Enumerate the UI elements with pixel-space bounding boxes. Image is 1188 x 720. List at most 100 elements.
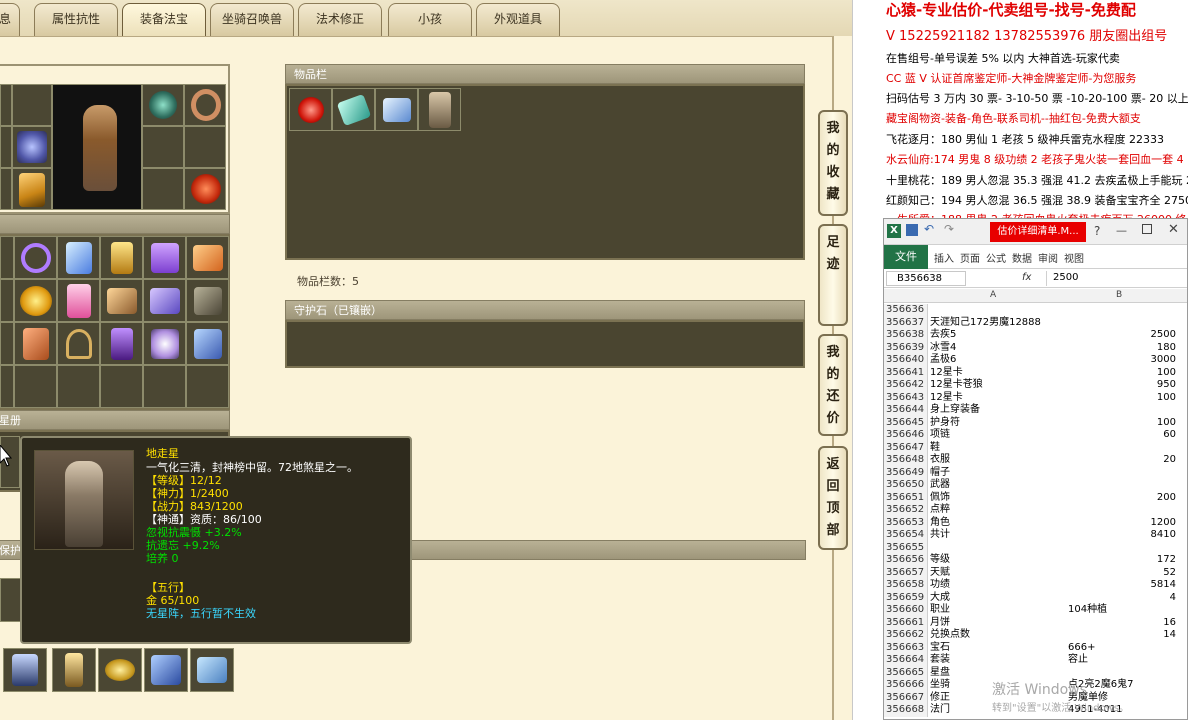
- row-number[interactable]: 356644: [884, 404, 928, 417]
- cell-a[interactable]: 身上穿装备: [930, 404, 980, 417]
- table-row[interactable]: 356665 星盘: [884, 666, 1187, 680]
- inventory-slot[interactable]: [0, 236, 14, 279]
- row-number[interactable]: 356642: [884, 379, 928, 392]
- table-row[interactable]: 356651 佩饰 200: [884, 491, 1187, 504]
- cell-a[interactable]: 天赋: [930, 567, 950, 580]
- table-row[interactable]: 356658 功绩 5814: [884, 579, 1187, 592]
- table-row[interactable]: 356664 套装 容止: [884, 654, 1187, 667]
- cell-b[interactable]: 3000: [1066, 354, 1176, 367]
- row-number[interactable]: 356648: [884, 454, 928, 467]
- row-number[interactable]: 356646: [884, 429, 928, 442]
- equip-slot[interactable]: [184, 126, 226, 168]
- row-number[interactable]: 356660: [884, 604, 928, 617]
- cell-a[interactable]: 星盘: [930, 667, 950, 680]
- table-row[interactable]: 356657 天赋 52: [884, 566, 1187, 580]
- row-number[interactable]: 356662: [884, 629, 928, 642]
- cell-b[interactable]: 20: [1066, 454, 1176, 467]
- row-number[interactable]: 356664: [884, 654, 928, 667]
- item-slot[interactable]: [289, 88, 332, 131]
- equip-slot[interactable]: [0, 84, 12, 126]
- cell-b[interactable]: 666+: [1068, 642, 1178, 655]
- table-row[interactable]: 356656 等级 172: [884, 554, 1187, 567]
- row-number[interactable]: 356641: [884, 366, 928, 379]
- table-row[interactable]: 356644 身上穿装备: [884, 404, 1187, 417]
- row-number[interactable]: 356657: [884, 566, 928, 579]
- item-slot[interactable]: [332, 88, 375, 131]
- cell-a[interactable]: 冰雪4: [930, 342, 956, 355]
- table-row[interactable]: 356638 去疾5 2500: [884, 329, 1187, 342]
- cell-a[interactable]: 大成: [930, 592, 950, 605]
- equip-slot[interactable]: [184, 84, 226, 126]
- name-box[interactable]: B356638: [886, 271, 966, 286]
- inventory-slot[interactable]: [57, 236, 100, 279]
- row-number[interactable]: 356667: [884, 691, 928, 704]
- cell-a[interactable]: 护身符: [930, 417, 960, 430]
- equip-slot[interactable]: [12, 84, 52, 126]
- inventory-slot[interactable]: [143, 365, 186, 408]
- row-number[interactable]: 356659: [884, 591, 928, 604]
- cell-b[interactable]: 8410: [1066, 529, 1176, 542]
- cell-a[interactable]: 功绩: [930, 579, 950, 592]
- inventory-slot[interactable]: [100, 279, 143, 322]
- cell-a[interactable]: 去疾5: [930, 329, 956, 342]
- table-row[interactable]: 356639 冰雪4 180: [884, 341, 1187, 355]
- row-number[interactable]: 356636: [884, 304, 928, 317]
- close-icon[interactable]: ✕: [1168, 222, 1179, 237]
- tab-spells[interactable]: 法术修正: [298, 3, 382, 36]
- inventory-slot[interactable]: [143, 236, 186, 279]
- cell-a[interactable]: 点粹: [930, 504, 950, 517]
- row-number[interactable]: 356653: [884, 516, 928, 529]
- row-number[interactable]: 356661: [884, 616, 928, 629]
- cell-a[interactable]: 法门: [930, 704, 950, 717]
- inventory-slot[interactable]: [57, 279, 100, 322]
- my-counteroffer-button[interactable]: 我的还价: [818, 334, 848, 436]
- inventory-slot[interactable]: [57, 322, 100, 365]
- bottom-slot[interactable]: [98, 648, 142, 692]
- equip-slot[interactable]: [0, 168, 12, 210]
- inventory-slot[interactable]: [186, 236, 229, 279]
- equip-slot[interactable]: [142, 84, 184, 126]
- row-number[interactable]: 356650: [884, 479, 928, 492]
- row-number[interactable]: 356655: [884, 541, 928, 554]
- row-number[interactable]: 356668: [884, 704, 928, 717]
- row-number[interactable]: 356656: [884, 554, 928, 567]
- cell-b[interactable]: 16: [1066, 617, 1176, 630]
- cell-b[interactable]: 4: [1066, 592, 1176, 605]
- cell-a[interactable]: 12星卡: [930, 367, 963, 380]
- cell-b[interactable]: 14: [1066, 629, 1176, 642]
- cell-a[interactable]: 兑换点数: [930, 629, 970, 642]
- equip-slot[interactable]: [142, 168, 184, 210]
- cell-a[interactable]: 共计: [930, 529, 950, 542]
- table-row[interactable]: 356662 兑换点数 14: [884, 629, 1187, 642]
- row-number[interactable]: 356638: [884, 329, 928, 342]
- footprint-button[interactable]: 足迹: [818, 224, 848, 326]
- cell-b[interactable]: 52: [1066, 567, 1176, 580]
- row-number[interactable]: 356654: [884, 529, 928, 542]
- cell-b[interactable]: 180: [1066, 342, 1176, 355]
- help-icon[interactable]: ?: [1094, 224, 1100, 238]
- inventory-slot[interactable]: [100, 322, 143, 365]
- table-row[interactable]: 356643 12星卡 100: [884, 391, 1187, 404]
- table-row[interactable]: 356636: [884, 304, 1187, 317]
- my-favorites-button[interactable]: 我的收藏: [818, 110, 848, 216]
- tab-view[interactable]: 视图: [1064, 250, 1084, 265]
- cell-a[interactable]: 武器: [930, 479, 950, 492]
- tab-page[interactable]: 页面: [960, 250, 980, 265]
- undo-icon[interactable]: ↶: [924, 222, 934, 236]
- table-row[interactable]: 356654 共计 8410: [884, 529, 1187, 542]
- equip-slot[interactable]: [12, 126, 52, 168]
- table-row[interactable]: 356640 孟极6 3000: [884, 354, 1187, 367]
- redo-icon[interactable]: ↷: [944, 222, 954, 236]
- bottom-slot[interactable]: [0, 578, 22, 622]
- tab-info[interactable]: 息: [0, 3, 20, 36]
- cell-b[interactable]: 容止: [1068, 654, 1178, 667]
- cell-b[interactable]: 5814: [1066, 579, 1176, 592]
- row-number[interactable]: 356665: [884, 666, 928, 679]
- table-row[interactable]: 356641 12星卡 100: [884, 366, 1187, 380]
- inventory-slot[interactable]: [186, 279, 229, 322]
- row-number[interactable]: 356651: [884, 491, 928, 504]
- tab-file[interactable]: 文件: [884, 245, 928, 269]
- cell-b[interactable]: 172: [1066, 554, 1176, 567]
- item-slot[interactable]: [375, 88, 418, 131]
- cell-b[interactable]: 60: [1066, 429, 1176, 442]
